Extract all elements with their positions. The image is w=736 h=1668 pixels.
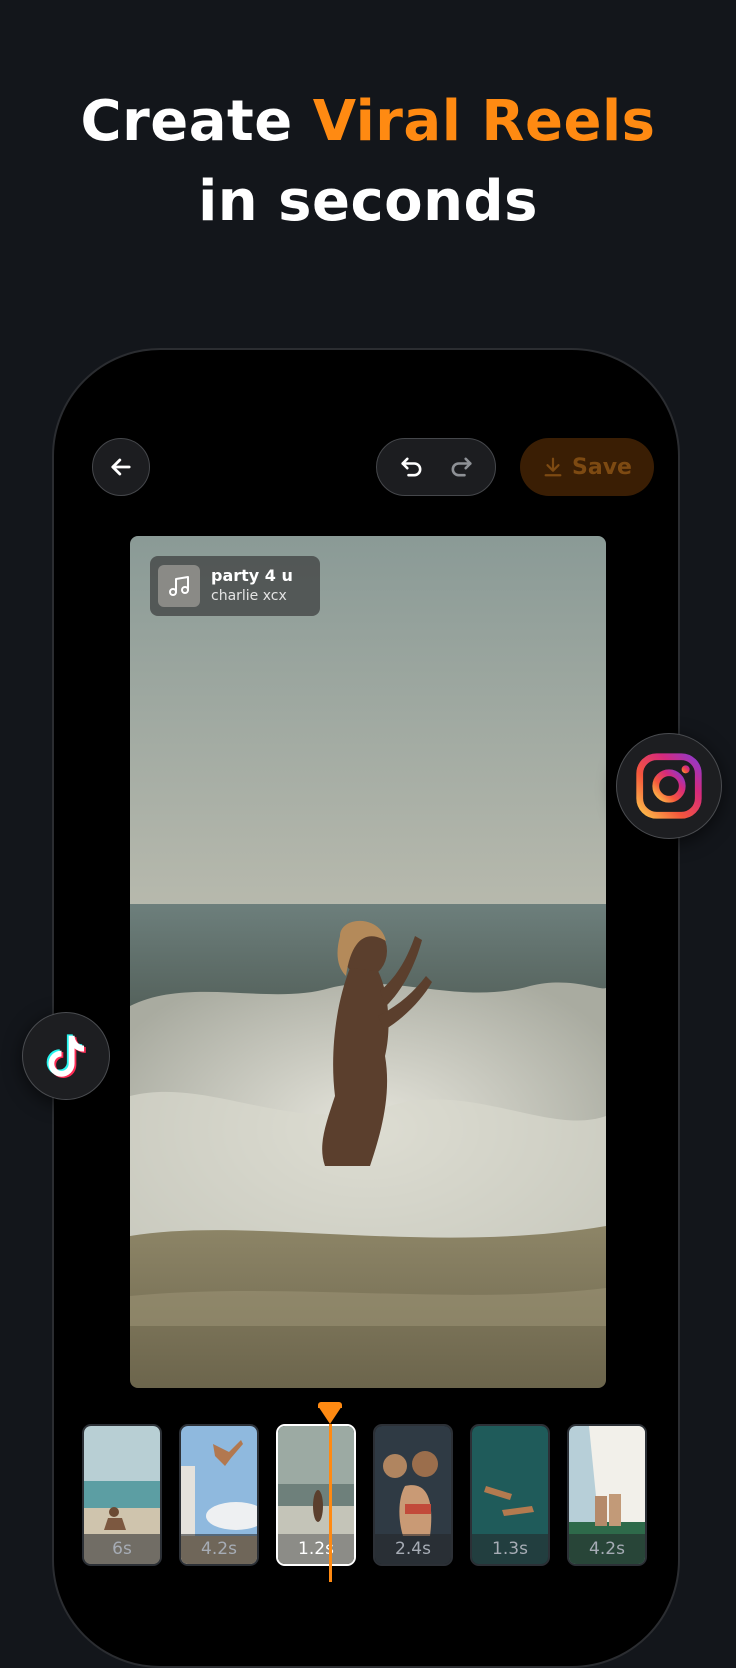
beach-photo — [130, 536, 606, 1388]
phone-mockup: Save party 4 u charlie xcx 6s 4.2s 1.2s … — [52, 348, 680, 1668]
undo-icon — [400, 457, 421, 477]
video-preview[interactable]: party 4 u charlie xcx — [130, 536, 606, 1388]
save-button[interactable]: Save — [520, 438, 654, 496]
clip-duration: 1.2s — [278, 1534, 354, 1564]
playhead-handle[interactable] — [318, 1406, 342, 1424]
clip-thumbnail[interactable]: 4.2s — [567, 1424, 647, 1566]
headline: Create Viral Reels in seconds — [0, 82, 736, 242]
music-artist: charlie xcx — [211, 588, 287, 604]
playhead[interactable] — [329, 1424, 332, 1582]
music-thumbnail — [158, 565, 200, 607]
headline-line-1: Create Viral Reels — [0, 82, 736, 162]
clip-thumbnail[interactable]: 2.4s — [373, 1424, 453, 1566]
clip-thumbnail[interactable]: 1.3s — [470, 1424, 550, 1566]
arrow-left-icon — [111, 458, 131, 476]
redo-icon — [451, 457, 472, 477]
instagram-icon — [636, 753, 702, 819]
clip-duration: 4.2s — [181, 1534, 257, 1564]
back-button[interactable] — [92, 438, 150, 496]
undo-button[interactable] — [398, 453, 426, 481]
headline-line-2: in seconds — [198, 169, 538, 234]
redo-button[interactable] — [447, 453, 475, 481]
tiktok-badge — [22, 1012, 110, 1100]
clip-duration: 6s — [84, 1534, 160, 1564]
download-icon — [544, 457, 562, 477]
instagram-badge — [616, 733, 722, 839]
clip-duration: 4.2s — [569, 1534, 645, 1564]
undo-redo-group — [376, 438, 496, 496]
clip-thumbnail[interactable]: 6s — [82, 1424, 162, 1566]
headline-prefix: Create — [80, 89, 293, 154]
headline-accent: Viral Reels — [312, 89, 656, 154]
tiktok-icon — [46, 1034, 86, 1079]
save-label: Save — [572, 454, 632, 480]
clip-thumbnail-selected[interactable]: 1.2s — [276, 1424, 356, 1566]
clip-duration: 1.3s — [472, 1534, 548, 1564]
music-title: party 4 u — [211, 566, 293, 585]
clip-thumbnail[interactable]: 4.2s — [179, 1424, 259, 1566]
clip-timeline: 6s 4.2s 1.2s 2.4s 1.3s 4.2s — [82, 1402, 652, 1582]
music-tag[interactable]: party 4 u charlie xcx — [150, 556, 320, 616]
clip-duration: 2.4s — [375, 1534, 451, 1564]
music-note-icon — [169, 576, 189, 596]
